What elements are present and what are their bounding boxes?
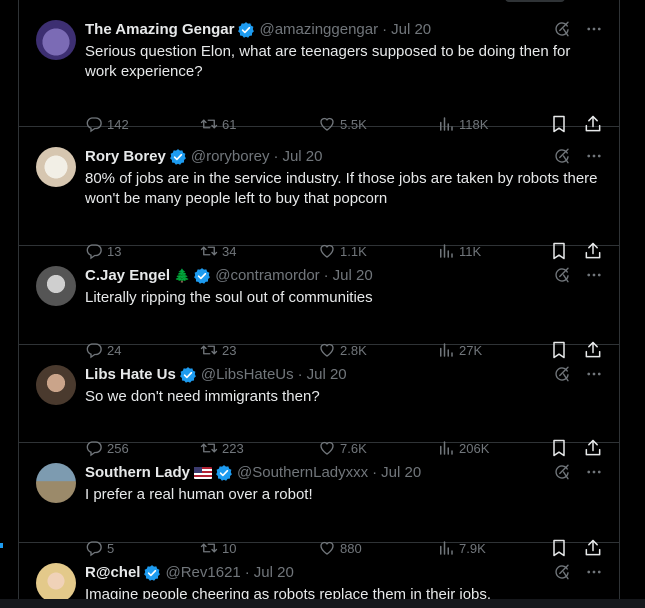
person-avatar[interactable] — [36, 365, 76, 405]
grok-icon — [553, 563, 571, 581]
tweet-text: 80% of jobs are in the service industry.… — [85, 170, 602, 207]
separator-dot: · — [372, 464, 378, 481]
more-options-button[interactable] — [585, 563, 603, 581]
more-options-button[interactable] — [585, 266, 603, 284]
more-icon — [585, 266, 603, 284]
more-icon — [585, 563, 603, 581]
separator-dot: · — [323, 267, 329, 284]
grok-button[interactable] — [553, 147, 571, 165]
tweet-body: Libs Hate Us @LibsHateUs · Jul 20 So we … — [85, 365, 603, 407]
more-options-button[interactable] — [585, 147, 603, 165]
timestamp[interactable]: Jul 20 — [381, 463, 421, 483]
tweet-body: Rory Borey @roryborey · Jul 20 80% of jo… — [85, 147, 603, 209]
tweet[interactable]: C.Jay Engel 🌲 @contramordor · Jul 20 Lit… — [19, 246, 619, 345]
tweet-text: I prefer a real human over a robot! — [85, 486, 313, 503]
timestamp[interactable]: Jul 20 — [333, 266, 373, 286]
left-edge-indicator — [0, 543, 3, 548]
tweet-header: C.Jay Engel 🌲 @contramordor · Jul 20 — [85, 266, 603, 286]
grok-button[interactable] — [553, 563, 571, 581]
verified-check-icon — [193, 267, 211, 285]
grok-icon — [553, 147, 571, 165]
tweet-header-controls — [553, 266, 603, 284]
user-handle[interactable]: @SouthernLadyxxx — [237, 463, 368, 483]
timestamp[interactable]: Jul 20 — [391, 20, 431, 40]
tweet[interactable]: Libs Hate Us @LibsHateUs · Jul 20 So we … — [19, 345, 619, 443]
user-handle[interactable]: @Rev1621 — [165, 563, 240, 583]
us-flag-icon — [194, 467, 213, 479]
timestamp[interactable]: Jul 20 — [307, 365, 347, 385]
verified-check-icon — [179, 366, 197, 384]
user-handle[interactable]: @LibsHateUs — [201, 365, 294, 385]
verified-check-icon — [143, 564, 161, 582]
display-name[interactable]: Rory Borey — [85, 147, 166, 167]
verified-check-icon — [169, 148, 187, 166]
display-name[interactable]: Southern Lady — [85, 463, 190, 483]
separator-dot: · — [273, 148, 279, 165]
separator-dot: · — [244, 564, 250, 581]
tweet-text: So we don't need immigrants then? — [85, 388, 320, 405]
verified-badge-icon — [237, 21, 255, 39]
verified-check-icon — [215, 464, 233, 482]
tweet[interactable]: Rory Borey @roryborey · Jul 20 80% of jo… — [19, 127, 619, 246]
tweet-header: Southern Lady @SouthernLadyxxx · Jul 20 — [85, 463, 603, 483]
verified-badge-icon — [215, 464, 233, 482]
cat-avatar[interactable] — [36, 147, 76, 187]
more-icon — [585, 463, 603, 481]
timestamp[interactable]: Jul 20 — [282, 147, 322, 167]
verified-check-icon — [237, 21, 255, 39]
user-handle[interactable]: @roryborey — [191, 147, 270, 167]
timestamp[interactable]: Jul 20 — [254, 563, 294, 583]
separator-dot: · — [297, 366, 303, 383]
bottom-bar — [0, 599, 645, 608]
verified-badge-icon — [143, 564, 161, 582]
user-handle[interactable]: @amazinggengar — [259, 20, 378, 40]
tweet-feed: The Amazing Gengar @amazinggengar · Jul … — [18, 0, 620, 608]
person-avatar[interactable] — [36, 563, 76, 603]
more-icon — [585, 147, 603, 165]
verified-badge-icon — [179, 366, 197, 384]
verified-badge-icon — [169, 148, 187, 166]
tweet[interactable]: The Amazing Gengar @amazinggengar · Jul … — [19, 0, 619, 127]
tweet-header-controls — [553, 463, 603, 481]
grok-icon — [553, 365, 571, 383]
tweet-text: Literally ripping the soul out of commun… — [85, 289, 373, 306]
grok-icon — [553, 20, 571, 38]
more-options-button[interactable] — [585, 20, 603, 38]
grok-button[interactable] — [553, 365, 571, 383]
tweet-header: The Amazing Gengar @amazinggengar · Jul … — [85, 20, 603, 40]
tweet-body: Southern Lady @SouthernLadyxxx · Jul 20 … — [85, 463, 603, 505]
display-name[interactable]: C.Jay Engel — [85, 266, 170, 286]
display-name[interactable]: R@chel — [85, 563, 140, 583]
tweet-header: Rory Borey @roryborey · Jul 20 — [85, 147, 603, 167]
tweet-body: C.Jay Engel 🌲 @contramordor · Jul 20 Lit… — [85, 266, 603, 308]
tweet-header-controls — [553, 20, 603, 38]
person-avatar[interactable] — [36, 266, 76, 306]
tweet-header: R@chel @Rev1621 · Jul 20 — [85, 563, 603, 583]
tweet-text: Serious question Elon, what are teenager… — [85, 43, 575, 80]
tweet-body: The Amazing Gengar @amazinggengar · Jul … — [85, 20, 603, 82]
separator-dot: · — [382, 21, 388, 38]
grok-button[interactable] — [553, 266, 571, 284]
tweet[interactable]: Southern Lady @SouthernLadyxxx · Jul 20 … — [19, 443, 619, 543]
more-options-button[interactable] — [585, 463, 603, 481]
gengar-avatar[interactable] — [36, 20, 76, 60]
verified-badge-icon — [193, 267, 211, 285]
grok-icon — [553, 266, 571, 284]
grok-icon — [553, 463, 571, 481]
tree-emoji: 🌲 — [174, 268, 191, 283]
display-name[interactable]: Libs Hate Us — [85, 365, 176, 385]
tweet-header-controls — [553, 563, 603, 581]
tweet-header: Libs Hate Us @LibsHateUs · Jul 20 — [85, 365, 603, 385]
user-handle[interactable]: @contramordor — [215, 266, 319, 286]
grok-button[interactable] — [553, 463, 571, 481]
house-avatar[interactable] — [36, 463, 76, 503]
more-icon — [585, 365, 603, 383]
tweet-header-controls — [553, 365, 603, 383]
tweet-header-controls — [553, 147, 603, 165]
display-name[interactable]: The Amazing Gengar — [85, 20, 234, 40]
more-options-button[interactable] — [585, 365, 603, 383]
grok-button[interactable] — [553, 20, 571, 38]
more-icon — [585, 20, 603, 38]
